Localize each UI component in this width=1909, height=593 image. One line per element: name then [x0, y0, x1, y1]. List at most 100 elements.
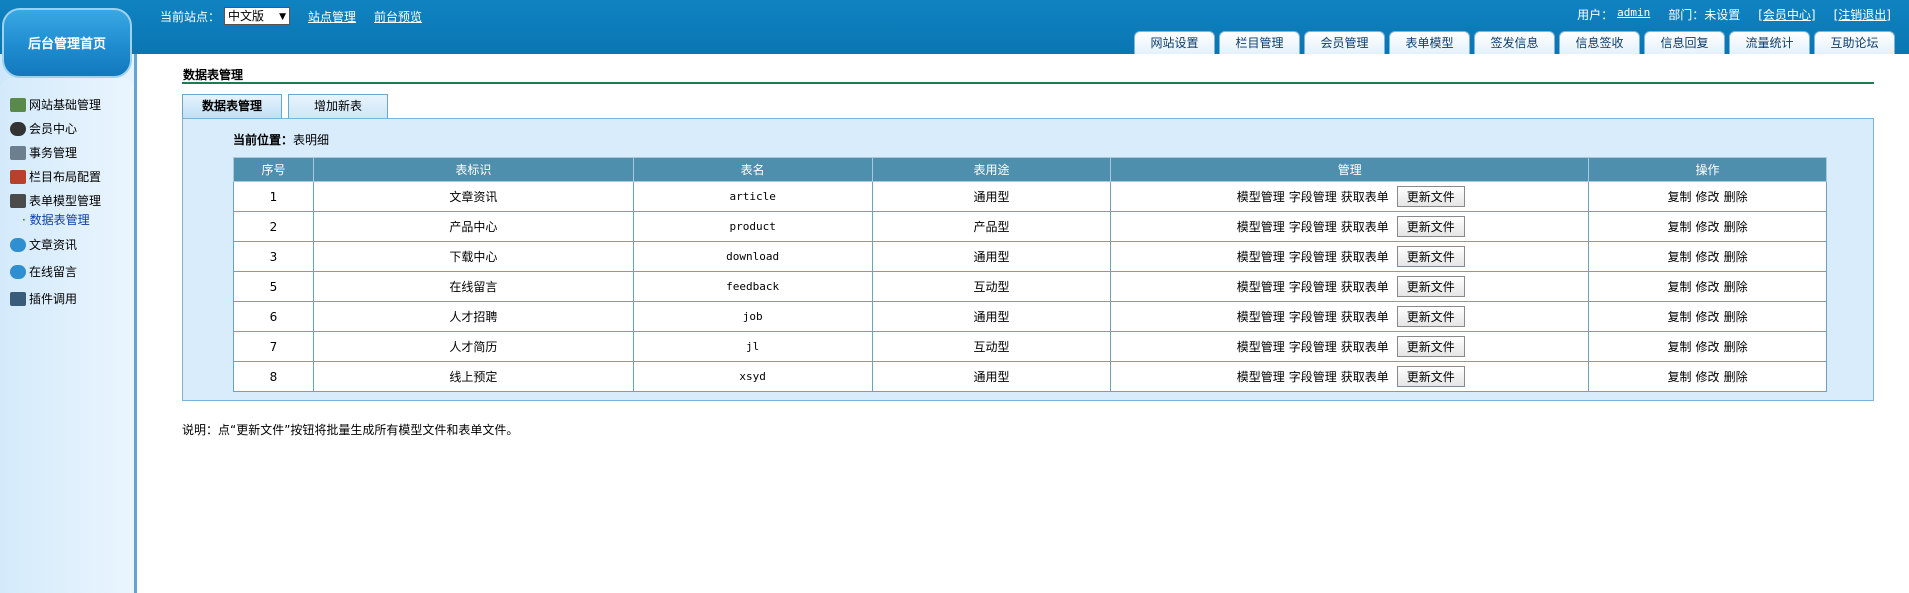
- field-manage-link[interactable]: 字段管理: [1289, 250, 1337, 264]
- sidebar-item-affairs[interactable]: 事务管理: [10, 144, 77, 161]
- member-center-link[interactable]: [会员中心]: [1758, 6, 1815, 23]
- user-row: 用户： admin 部门：未设置 [会员中心] [注销退出]: [1577, 6, 1891, 23]
- field-manage-link[interactable]: 字段管理: [1289, 280, 1337, 294]
- nav-tabs: 网站设置 栏目管理 会员管理 表单模型 签发信息 信息签收 信息回复 流量统计 …: [1134, 31, 1895, 54]
- col-header-ops: 操作: [1588, 157, 1827, 182]
- get-form-link[interactable]: 获取表单: [1341, 250, 1389, 264]
- cell-id: 3: [233, 241, 314, 272]
- update-file-button[interactable]: 更新文件: [1396, 366, 1465, 387]
- copy-link[interactable]: 复制: [1668, 220, 1692, 234]
- copy-link[interactable]: 复制: [1668, 280, 1692, 294]
- title-divider: [182, 82, 1874, 84]
- cell-manage: 模型管理 字段管理 获取表单 更新文件: [1110, 301, 1590, 332]
- tab-info-receive[interactable]: 信息签收: [1559, 31, 1640, 54]
- edit-link[interactable]: 修改: [1696, 370, 1720, 384]
- site-select[interactable]: 中文版 ▼: [224, 7, 291, 25]
- delete-link[interactable]: 删除: [1724, 220, 1748, 234]
- home-button[interactable]: 后台管理首页: [2, 8, 132, 78]
- logout-link[interactable]: [注销退出]: [1834, 6, 1891, 23]
- field-manage-link[interactable]: 字段管理: [1289, 190, 1337, 204]
- edit-link[interactable]: 修改: [1696, 280, 1720, 294]
- update-file-button[interactable]: 更新文件: [1396, 186, 1465, 207]
- edit-link[interactable]: 修改: [1696, 220, 1720, 234]
- model-manage-link[interactable]: 模型管理: [1237, 190, 1285, 204]
- cell-label: 产品中心: [312, 211, 634, 242]
- delete-link[interactable]: 删除: [1724, 250, 1748, 264]
- cell-ops: 复制 修改 删除: [1588, 331, 1827, 362]
- sidebar-item-site-basic[interactable]: 网站基础管理: [10, 96, 101, 113]
- col-header-usage: 表用途: [871, 157, 1112, 182]
- breadcrumb-label: 当前位置：: [233, 133, 294, 147]
- edit-link[interactable]: 修改: [1696, 250, 1720, 264]
- edit-link[interactable]: 修改: [1696, 340, 1720, 354]
- copy-link[interactable]: 复制: [1668, 250, 1692, 264]
- copy-link[interactable]: 复制: [1668, 370, 1692, 384]
- copy-link[interactable]: 复制: [1668, 340, 1692, 354]
- delete-link[interactable]: 删除: [1724, 340, 1748, 354]
- delete-link[interactable]: 删除: [1724, 280, 1748, 294]
- model-manage-link[interactable]: 模型管理: [1237, 280, 1285, 294]
- tab-site-settings[interactable]: 网站设置: [1134, 31, 1215, 54]
- get-form-link[interactable]: 获取表单: [1341, 310, 1389, 324]
- sidebar-item-online-message[interactable]: 在线留言: [10, 263, 77, 280]
- tab-data-table-manage[interactable]: 数据表管理: [182, 94, 282, 118]
- model-manage-link[interactable]: 模型管理: [1237, 250, 1285, 264]
- front-preview-link[interactable]: 前台预览: [374, 8, 422, 25]
- delete-link[interactable]: 删除: [1724, 190, 1748, 204]
- copy-link[interactable]: 复制: [1668, 310, 1692, 324]
- cell-label: 文章资讯: [312, 181, 634, 212]
- tab-column-manage[interactable]: 栏目管理: [1219, 31, 1300, 54]
- update-file-button[interactable]: 更新文件: [1396, 216, 1465, 237]
- tab-form-model[interactable]: 表单模型: [1389, 31, 1470, 54]
- update-file-button[interactable]: 更新文件: [1396, 306, 1465, 327]
- sidebar-item-layout-config[interactable]: 栏目布局配置: [10, 168, 101, 185]
- model-manage-link[interactable]: 模型管理: [1237, 370, 1285, 384]
- sidebar-item-label: 栏目布局配置: [29, 170, 102, 184]
- delete-link[interactable]: 删除: [1724, 310, 1748, 324]
- tab-info-reply[interactable]: 信息回复: [1644, 31, 1725, 54]
- cell-name: product: [632, 211, 873, 242]
- tab-forum[interactable]: 互助论坛: [1814, 31, 1895, 54]
- sidebar-item-member-center[interactable]: 会员中心: [10, 120, 77, 137]
- field-manage-link[interactable]: 字段管理: [1289, 340, 1337, 354]
- edit-link[interactable]: 修改: [1696, 310, 1720, 324]
- delete-link[interactable]: 删除: [1724, 370, 1748, 384]
- get-form-link[interactable]: 获取表单: [1341, 220, 1389, 234]
- site-manage-link[interactable]: 站点管理: [308, 8, 356, 25]
- get-form-link[interactable]: 获取表单: [1341, 370, 1389, 384]
- model-manage-link[interactable]: 模型管理: [1237, 220, 1285, 234]
- tab-traffic-stats[interactable]: 流量统计: [1729, 31, 1810, 54]
- tab-issue-info[interactable]: 签发信息: [1474, 31, 1555, 54]
- cell-label: 线上预定: [312, 361, 634, 392]
- sidebar-item-form-model[interactable]: 表单模型管理: [10, 192, 101, 209]
- field-manage-link[interactable]: 字段管理: [1289, 220, 1337, 234]
- user-name-link[interactable]: admin: [1617, 6, 1650, 23]
- sidebar-item-label: 会员中心: [29, 122, 78, 136]
- sidebar-item-articles[interactable]: 文章资讯: [10, 236, 77, 253]
- model-manage-link[interactable]: 模型管理: [1237, 310, 1285, 324]
- update-file-button[interactable]: 更新文件: [1396, 336, 1465, 357]
- tab-add-new-table[interactable]: 增加新表: [288, 94, 388, 118]
- get-form-link[interactable]: 获取表单: [1341, 190, 1389, 204]
- cell-usage: 产品型: [871, 211, 1112, 242]
- cell-usage: 通用型: [871, 181, 1112, 212]
- sidebar-subitem-data-table[interactable]: · 数据表管理: [22, 211, 90, 228]
- cell-id: 6: [233, 301, 314, 332]
- cell-ops: 复制 修改 删除: [1588, 181, 1827, 212]
- cell-usage: 互动型: [871, 331, 1112, 362]
- breadcrumb: 当前位置：表明细: [233, 131, 329, 148]
- get-form-link[interactable]: 获取表单: [1341, 280, 1389, 294]
- edit-link[interactable]: 修改: [1696, 190, 1720, 204]
- get-form-link[interactable]: 获取表单: [1341, 340, 1389, 354]
- field-manage-link[interactable]: 字段管理: [1289, 310, 1337, 324]
- field-manage-link[interactable]: 字段管理: [1289, 370, 1337, 384]
- update-file-button[interactable]: 更新文件: [1396, 246, 1465, 267]
- cell-name: article: [632, 181, 873, 212]
- cell-manage: 模型管理 字段管理 获取表单 更新文件: [1110, 181, 1590, 212]
- update-file-button[interactable]: 更新文件: [1396, 276, 1465, 297]
- model-manage-link[interactable]: 模型管理: [1237, 340, 1285, 354]
- sidebar-item-plugin[interactable]: 插件调用: [10, 290, 77, 307]
- dept-label: 部门：未设置: [1668, 8, 1741, 22]
- tab-member-manage[interactable]: 会员管理: [1304, 31, 1385, 54]
- copy-link[interactable]: 复制: [1668, 190, 1692, 204]
